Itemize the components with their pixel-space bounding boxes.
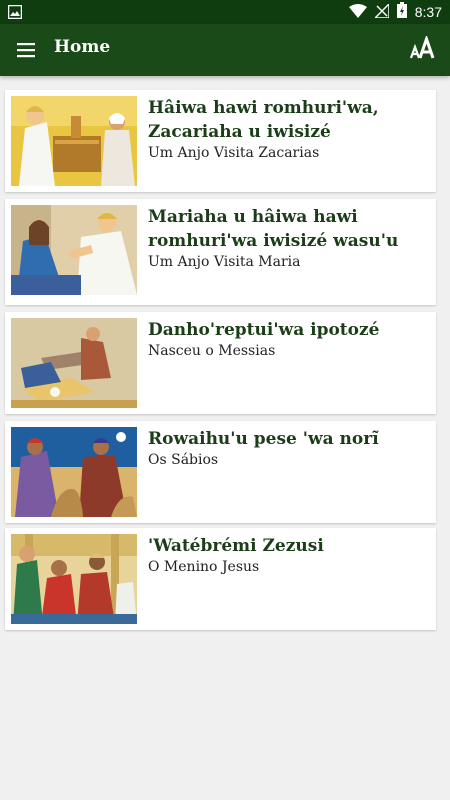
story-subtitle: Um Anjo Visita Zacarias [148,145,320,161]
story-thumbnail [11,534,137,624]
app-bar: Home [0,24,450,76]
story-thumbnail [11,318,137,408]
story-card[interactable]: Danho'reptui'wa ipotozé Nasceu o Messias [5,312,436,414]
font-size-icon[interactable] [409,34,436,62]
story-thumbnail [11,427,137,517]
story-subtitle: O Menino Jesus [148,559,260,575]
signal-icon [372,1,390,22]
story-card[interactable]: 'Watébrémi Zezusi O Menino Jesus [5,528,436,630]
story-title: Mariaha u hâiwa hawi romhuri'wa iwisizé … [148,207,399,251]
story-title: Rowaihu'u pese 'wa norĩ [148,429,379,449]
story-title: 'Watébrémi Zezusi [148,536,324,556]
story-thumbnail [11,205,137,295]
battery-icon [396,2,407,22]
status-time: 8:37 [414,4,442,20]
wifi-icon [348,3,367,22]
status-bar: 8:37 [0,0,450,24]
story-card[interactable]: Mariaha u hâiwa hawi romhuri'wa iwisizé … [5,199,436,305]
story-subtitle: Um Anjo Visita Maria [148,254,301,270]
story-title: Hâiwa hawi romhuri'wa, Zacariaha u iwisi… [148,98,379,142]
story-thumbnail [11,96,137,186]
page-title: Home [54,37,111,57]
story-card[interactable]: Rowaihu'u pese 'wa norĩ Os Sábios [5,421,436,523]
story-subtitle: Nasceu o Messias [148,343,276,359]
menu-icon[interactable] [14,38,38,62]
image-icon [7,4,23,20]
story-card[interactable]: Hâiwa hawi romhuri'wa, Zacariaha u iwisi… [5,90,436,192]
story-title: Danho'reptui'wa ipotozé [148,320,380,340]
story-subtitle: Os Sábios [148,452,219,468]
